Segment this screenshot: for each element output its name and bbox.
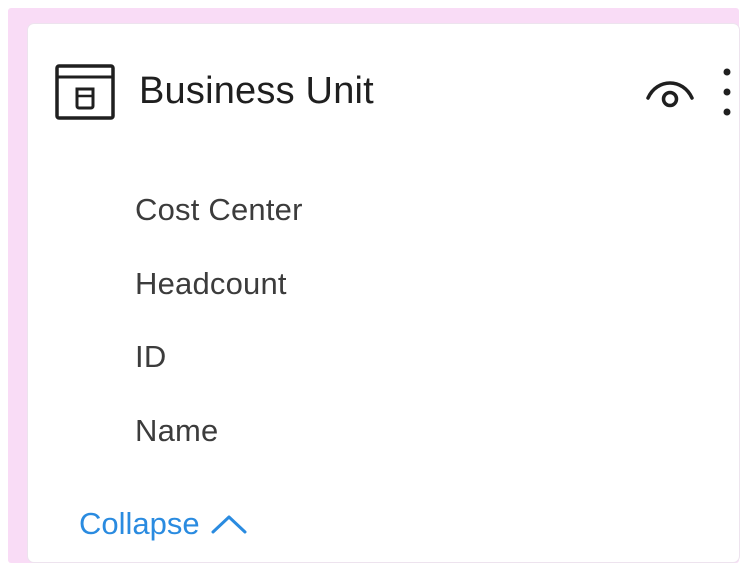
chevron-up-icon bbox=[211, 515, 247, 534]
field-item-headcount[interactable]: Headcount bbox=[135, 264, 303, 338]
more-options-button[interactable] bbox=[715, 66, 739, 118]
business-unit-card[interactable]: Business Unit Cost Center Headcount ID N… bbox=[28, 24, 739, 562]
collapse-label: Collapse bbox=[79, 506, 200, 541]
field-list: Cost Center Headcount ID Name bbox=[135, 190, 303, 484]
visibility-toggle-button[interactable] bbox=[643, 72, 697, 112]
collapse-link[interactable]: Collapse bbox=[79, 502, 248, 546]
field-item-id[interactable]: ID bbox=[135, 337, 303, 411]
card-header: Business Unit bbox=[55, 64, 731, 120]
eye-icon bbox=[646, 81, 694, 108]
field-item-name[interactable]: Name bbox=[135, 411, 303, 485]
field-item-cost-center[interactable]: Cost Center bbox=[135, 190, 303, 264]
card-title: Business Unit bbox=[139, 70, 374, 112]
table-icon bbox=[55, 64, 115, 120]
more-vertical-icon bbox=[723, 68, 731, 116]
